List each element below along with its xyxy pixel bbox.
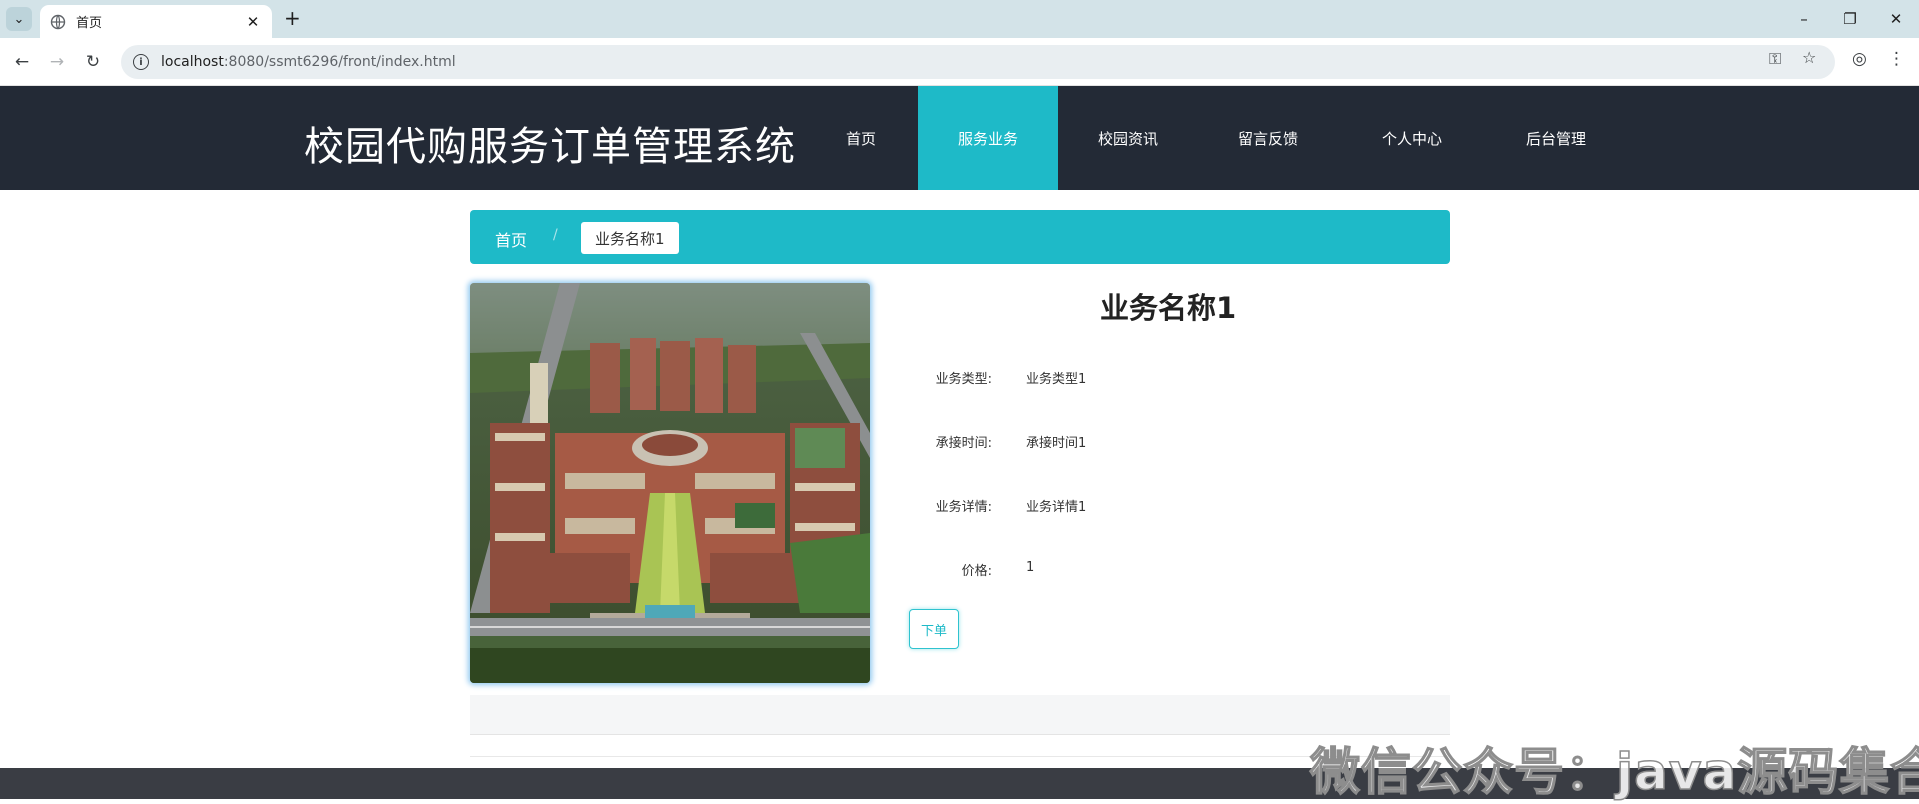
address-bar[interactable]: i localhost:8080/ssmt6296/front/index.ht… [121,45,1835,79]
nav-news[interactable]: 校园资讯 [1058,86,1198,190]
price-label: 价格: [961,564,992,579]
forward-button[interactable]: → [45,50,69,74]
site-info-icon[interactable]: i [133,54,149,70]
minimize-button[interactable]: – [1781,0,1827,38]
reload-button[interactable]: ↻ [81,50,105,74]
globe-icon [50,14,66,29]
site-title: 校园代购服务订单管理系统 [304,124,796,170]
breadcrumb-separator: / [553,227,558,243]
order-button[interactable]: 下单 [909,609,959,649]
time-label: 承接时间: [935,436,992,451]
nav-home[interactable]: 首页 [803,86,919,190]
breadcrumb-home[interactable]: 首页 [495,227,527,251]
nav-services[interactable]: 服务业务 [918,86,1058,190]
info-row-type: 业务类型: 业务类型1 [900,368,1400,388]
detail-content-panel [470,737,1450,757]
new-tab-button[interactable]: + [284,8,301,28]
watermark-text: 微信公众号：java源码集合 [1309,742,1919,802]
key-icon[interactable]: ⚿ [1769,49,1781,69]
product-image [470,283,870,683]
breadcrumb: 首页 / 业务名称1 [470,210,1450,264]
restore-button[interactable]: ❐ [1827,0,1873,38]
close-window-button[interactable]: ✕ [1873,0,1919,38]
chevron-down-icon: ⌄ [13,11,25,27]
time-value: 承接时间1 [1026,436,1087,451]
type-label: 业务类型: [935,372,992,387]
site-header: 校园代购服务订单管理系统 首页 服务业务 校园资讯 留言反馈 个人中心 后台管理 [0,86,1919,190]
price-value: 1 [1026,560,1035,575]
browser-toolbar: ← → ↻ i localhost:8080/ssmt6296/front/in… [0,38,1919,86]
nav-feedback[interactable]: 留言反馈 [1198,86,1338,190]
menu-icon[interactable]: ⋮ [1888,49,1905,69]
back-button[interactable]: ← [10,50,34,74]
info-row-details: 业务详情: 业务详情1 [900,496,1400,516]
tab-search-button[interactable]: ⌄ [6,7,32,31]
bookmark-star-icon[interactable]: ☆ [1802,48,1816,67]
detail-tabs-panel [470,695,1450,735]
type-value: 业务类型1 [1026,372,1087,387]
details-label: 业务详情: [935,500,992,515]
url-text[interactable]: localhost:8080/ssmt6296/front/index.html [161,54,456,70]
details-value: 业务详情1 [1026,500,1087,515]
product-title: 业务名称1 [1100,291,1237,325]
info-row-price: 价格: 1 [900,560,1400,580]
browser-tab-strip: ⌄ 首页 ✕ + – ❐ ✕ [0,0,1919,38]
browser-tab[interactable]: 首页 ✕ [40,5,272,38]
nav-admin[interactable]: 后台管理 [1486,86,1626,190]
tab-title: 首页 [76,16,103,31]
close-tab-icon[interactable]: ✕ [244,13,262,31]
info-row-time: 承接时间: 承接时间1 [900,432,1400,452]
nav-user-center[interactable]: 个人中心 [1342,86,1482,190]
profile-icon[interactable]: ◎ [1852,49,1867,69]
breadcrumb-current: 业务名称1 [581,222,679,254]
